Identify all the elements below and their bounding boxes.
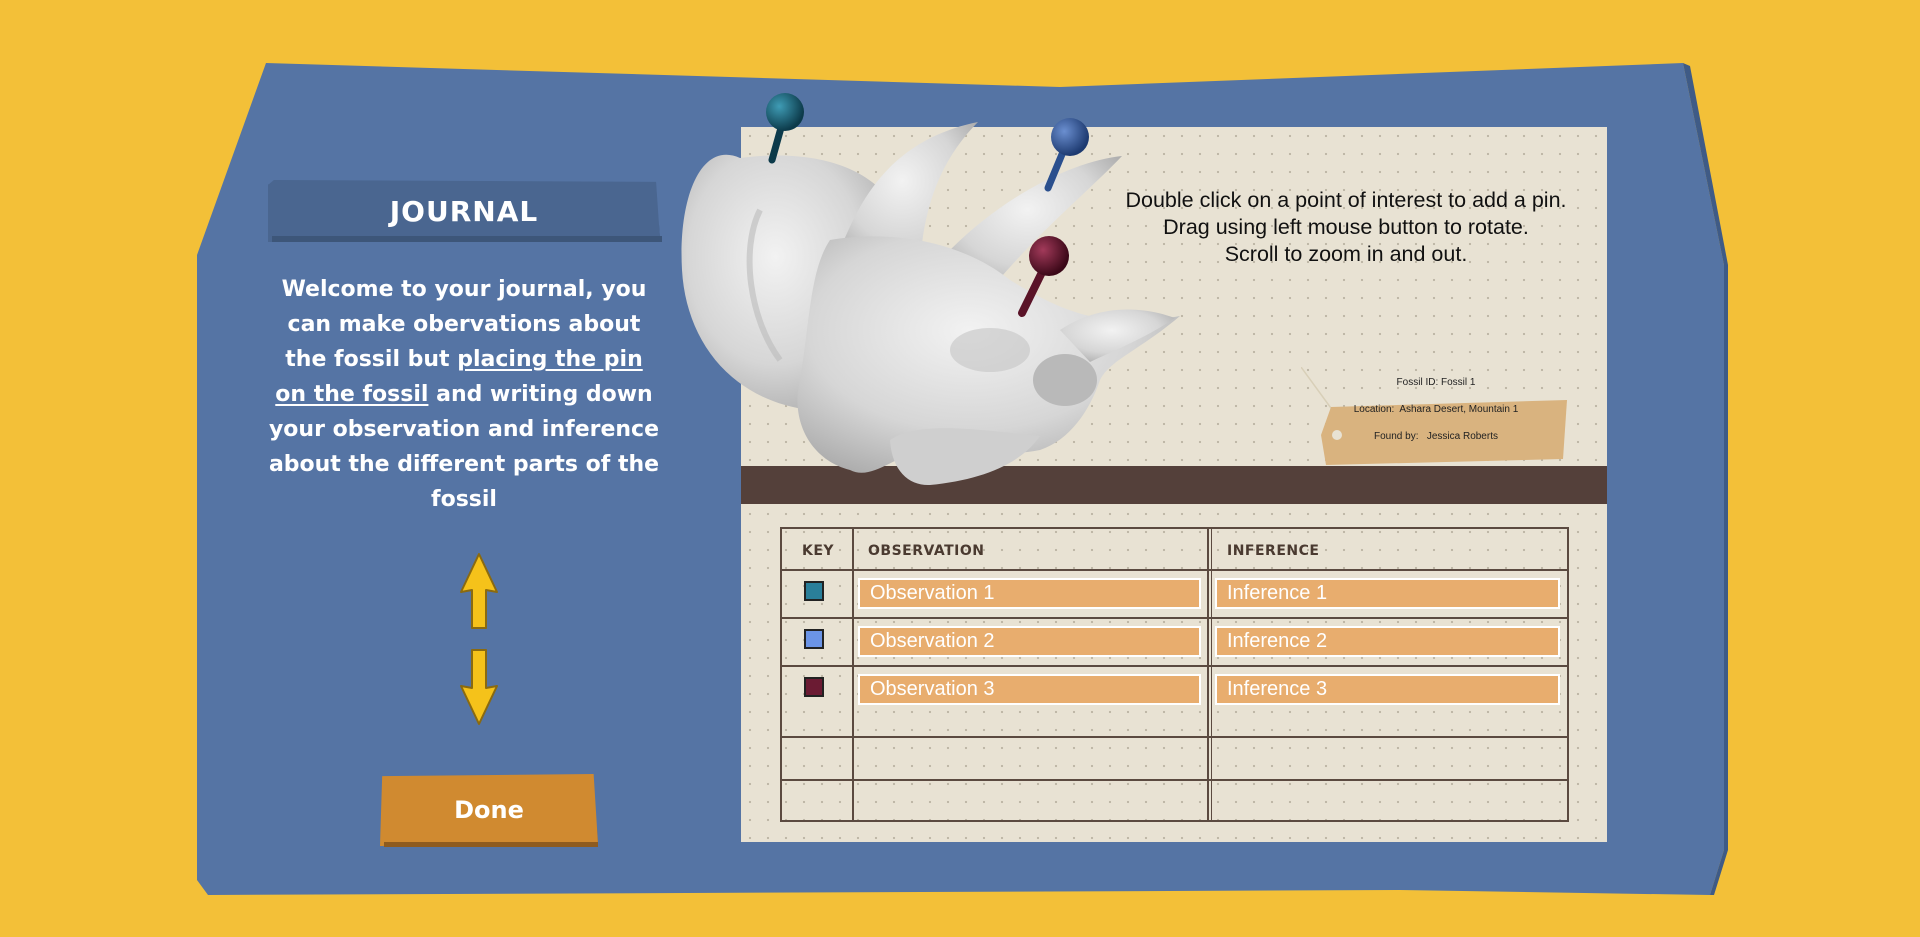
inference-input[interactable]: Inference 1	[1215, 578, 1560, 609]
observation-input[interactable]: Observation 2	[858, 626, 1201, 657]
column-divider	[852, 529, 854, 820]
column-divider	[1211, 529, 1212, 820]
done-button-shadow	[384, 842, 598, 847]
tag-fossil-id: Fossil ID: Fossil 1	[1396, 377, 1476, 388]
header-observation: OBSERVATION	[868, 543, 985, 559]
row-divider	[782, 665, 1567, 667]
row-divider	[782, 736, 1567, 738]
row-divider	[782, 569, 1567, 571]
triceratops-skull-model[interactable]	[660, 80, 1200, 520]
row-divider	[782, 617, 1567, 619]
arrow-up-icon[interactable]	[458, 552, 500, 630]
tag-found-by: Found by: Jessica Roberts	[1374, 431, 1498, 442]
header-inference: INFERENCE	[1227, 543, 1320, 559]
journal-title-shadow	[272, 236, 662, 242]
key-swatch	[804, 677, 824, 697]
row-divider	[782, 779, 1567, 781]
column-divider	[1207, 529, 1209, 820]
observation-input[interactable]: Observation 1	[858, 578, 1201, 609]
observation-input[interactable]: Observation 3	[858, 674, 1201, 705]
tag-location: Location: Ashara Desert, Mountain 1	[1353, 404, 1519, 415]
arrow-down-icon[interactable]	[458, 648, 500, 726]
done-button[interactable]: Done	[380, 774, 598, 846]
journal-title: JOURNAL	[268, 180, 660, 242]
inference-input[interactable]: Inference 2	[1215, 626, 1560, 657]
key-swatch	[804, 581, 824, 601]
header-key: KEY	[802, 543, 835, 559]
journal-intro: Welcome to your journal, you can make ob…	[268, 272, 660, 517]
journal-table: KEY OBSERVATION INFERENCE Observation 1 …	[780, 527, 1569, 822]
inference-input[interactable]: Inference 3	[1215, 674, 1560, 705]
key-swatch	[804, 629, 824, 649]
